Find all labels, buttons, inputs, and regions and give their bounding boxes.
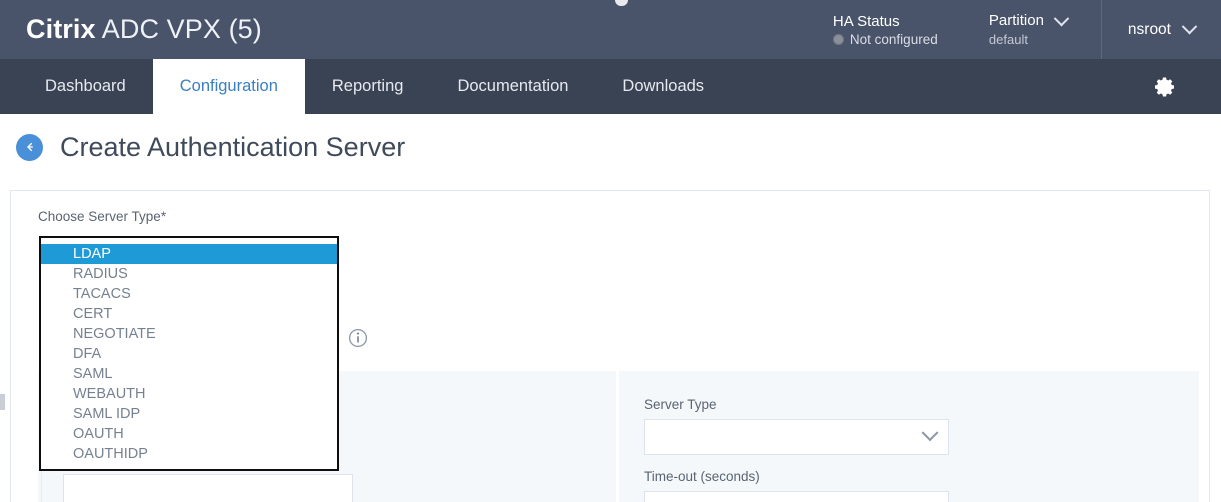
partition-selector[interactable]: Partition default xyxy=(983,0,1101,59)
chevron-down-icon xyxy=(1053,10,1070,26)
listbox-option-ldap[interactable]: LDAP xyxy=(41,244,337,264)
tab-downloads[interactable]: Downloads xyxy=(595,59,731,114)
timeout-label: Time-out (seconds) xyxy=(644,469,760,484)
back-button[interactable] xyxy=(16,133,43,161)
ha-status-block[interactable]: HA Status Not configured xyxy=(832,0,983,59)
brand-product: ADC VPX (5) xyxy=(101,14,262,44)
ha-status-title: HA Status xyxy=(832,12,900,30)
listbox-option-oauth[interactable]: OAUTH xyxy=(41,424,337,444)
choose-server-type-label: Choose Server Type* xyxy=(38,209,167,224)
right-form-panel: Server Type Time-out (seconds) 3 xyxy=(619,371,1199,502)
partition-label: Partition xyxy=(988,12,1044,29)
back-arrow-icon xyxy=(26,142,33,152)
product-brand: Citrix ADC VPX (5) xyxy=(26,14,262,45)
chevron-down-icon xyxy=(921,424,939,442)
server-type-listbox[interactable]: LDAP RADIUS TACACS CERT NEGOTIATE DFA SA… xyxy=(39,236,339,471)
listbox-option-webauth[interactable]: WEBAUTH xyxy=(41,384,337,404)
listbox-option-tacacs[interactable]: TACACS xyxy=(41,284,337,304)
server-type-select-collapsed[interactable] xyxy=(63,474,353,502)
info-circle-icon[interactable] xyxy=(348,328,368,348)
user-name: nsroot xyxy=(1127,20,1171,38)
partition-top-row: Partition xyxy=(988,10,1075,30)
listbox-option-saml[interactable]: SAML xyxy=(41,364,337,384)
listbox-option-saml-idp[interactable]: SAML IDP xyxy=(41,404,337,424)
timeout-input[interactable]: 3 xyxy=(644,491,949,502)
gear-icon xyxy=(1155,77,1174,96)
app-root: Citrix ADC VPX (5) HA Status Not configu… xyxy=(0,0,1221,502)
tab-reporting[interactable]: Reporting xyxy=(305,59,431,114)
create-auth-server-card: Choose Server Type* LDAP RADIUS TACACS C… xyxy=(10,190,1210,502)
page-header: Create Authentication Server xyxy=(0,114,1221,180)
tab-configuration[interactable]: Configuration xyxy=(152,59,305,114)
page-title: Create Authentication Server xyxy=(60,131,406,162)
brand-name: Citrix xyxy=(26,14,96,44)
nav-tab-list: Dashboard Configuration Reporting Docume… xyxy=(0,59,1221,114)
tab-documentation[interactable]: Documentation xyxy=(430,59,595,114)
top-brand-bar: Citrix ADC VPX (5) HA Status Not configu… xyxy=(0,0,1221,59)
top-bar-right: HA Status Not configured Partition defau… xyxy=(832,0,1221,59)
partition-value: default xyxy=(988,32,1028,47)
user-menu[interactable]: nsroot xyxy=(1100,0,1221,59)
chevron-down-icon xyxy=(1181,18,1198,35)
ha-status-sub: Not configured xyxy=(832,31,965,47)
server-type-dropdown[interactable] xyxy=(644,419,949,455)
left-edge-collapse-handle[interactable] xyxy=(0,394,5,410)
ha-status-dot-icon xyxy=(832,33,844,45)
listbox-option-radius[interactable]: RADIUS xyxy=(41,264,337,284)
listbox-option-oauthidp[interactable]: OAUTHIDP xyxy=(41,444,337,464)
server-type-label: Server Type xyxy=(644,397,717,412)
ha-status-value: Not configured xyxy=(849,31,938,47)
listbox-option-negotiate[interactable]: NEGOTIATE xyxy=(41,324,337,344)
listbox-option-cert[interactable]: CERT xyxy=(41,304,337,324)
listbox-option-dfa[interactable]: DFA xyxy=(41,344,337,364)
settings-button[interactable] xyxy=(1153,59,1177,114)
tab-dashboard[interactable]: Dashboard xyxy=(18,59,153,114)
main-navigation-bar: Dashboard Configuration Reporting Docume… xyxy=(0,59,1221,114)
